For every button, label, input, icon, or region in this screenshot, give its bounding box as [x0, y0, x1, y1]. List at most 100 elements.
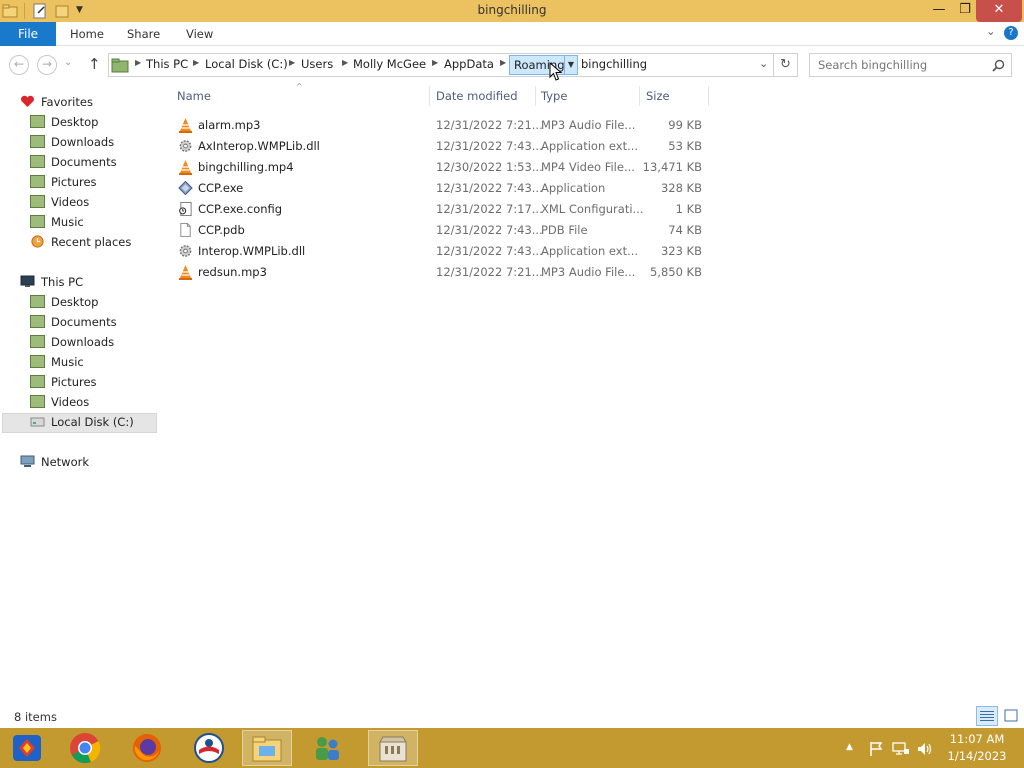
file-date: 12/31/2022 7:21...: [436, 118, 543, 132]
clock-date[interactable]: 1/14/2023: [942, 749, 1012, 763]
column-date-modified[interactable]: Date modified: [436, 89, 518, 103]
minimize-button[interactable]: —: [928, 0, 950, 22]
large-icons-view-icon: [1004, 709, 1018, 722]
breadcrumb-users[interactable]: Users: [301, 57, 333, 71]
breadcrumb-separator-icon[interactable]: ▶: [289, 58, 295, 67]
taskbar-app-generic[interactable]: [2, 730, 52, 766]
up-button[interactable]: ↑: [88, 55, 101, 73]
column-divider[interactable]: [708, 86, 709, 106]
downloads-icon: [30, 335, 45, 348]
recent-locations-dropdown[interactable]: ⌄: [64, 57, 72, 68]
address-history-dropdown-icon[interactable]: ⌄: [759, 57, 768, 70]
file-date: 12/31/2022 7:43...: [436, 244, 543, 258]
taskbar-app-file-explorer[interactable]: [242, 730, 292, 766]
breadcrumb-separator-icon[interactable]: ▶: [135, 58, 141, 67]
file-name: Interop.WMPLib.dll: [198, 244, 306, 258]
file-name: redsun.mp3: [198, 265, 267, 279]
large-icons-view-button[interactable]: [1000, 706, 1022, 726]
breadcrumb-bingchilling[interactable]: bingchilling: [581, 57, 647, 71]
expand-ribbon-icon[interactable]: ⌄: [986, 24, 996, 38]
tab-view[interactable]: View: [186, 27, 213, 41]
taskbar-app-chrome[interactable]: [60, 730, 110, 766]
sidebar-item-label: Videos: [51, 195, 90, 209]
column-size[interactable]: Size: [646, 89, 670, 103]
column-divider[interactable]: [429, 86, 430, 106]
file-row[interactable]: redsun.mp3 12/31/2022 7:21... MP3 Audio …: [170, 261, 710, 282]
taskbar-app-store[interactable]: [368, 730, 418, 766]
file-row[interactable]: CCP.exe.config 12/31/2022 7:17... XML Co…: [170, 198, 710, 219]
file-row[interactable]: CCP.exe 12/31/2022 7:43... Application 3…: [170, 177, 710, 198]
desktop-icon: [30, 115, 45, 128]
search-input[interactable]: [818, 55, 988, 75]
search-icon[interactable]: [992, 59, 1005, 72]
file-row[interactable]: alarm.mp3 12/31/2022 7:21... MP3 Audio F…: [170, 114, 710, 135]
refresh-button[interactable]: ↻: [774, 53, 798, 77]
breadcrumb-separator-icon[interactable]: ▶: [193, 58, 199, 67]
column-name[interactable]: Name: [177, 89, 211, 103]
file-type: MP3 Audio File...: [541, 118, 636, 132]
heart-icon: [21, 95, 34, 107]
tab-share[interactable]: Share: [127, 27, 160, 41]
forward-button[interactable]: →: [37, 55, 57, 75]
taskbar-app-firefox[interactable]: [122, 730, 172, 766]
window-title: bingchilling: [477, 3, 547, 17]
column-divider[interactable]: [639, 86, 640, 106]
breadcrumb-separator-icon[interactable]: ▶: [500, 58, 506, 67]
network-icon: [20, 455, 35, 467]
file-size: 323 KB: [660, 244, 702, 258]
tab-home[interactable]: Home: [70, 27, 104, 41]
help-icon[interactable]: ?: [1004, 26, 1018, 40]
file-type: MP3 Audio File...: [541, 265, 636, 279]
file-name: alarm.mp3: [198, 118, 261, 132]
column-type[interactable]: Type: [541, 89, 567, 103]
file-date: 12/31/2022 7:17...: [436, 202, 543, 216]
clock-time[interactable]: 11:07 AM: [942, 732, 1012, 746]
details-view-icon: [980, 711, 994, 721]
file-name: AxInterop.WMPLib.dll: [198, 139, 320, 153]
file-name: CCP.exe: [198, 181, 244, 195]
volume-icon[interactable]: [916, 741, 934, 757]
file-date: 12/31/2022 7:43...: [436, 181, 543, 195]
file-name: bingchilling.mp4: [198, 160, 294, 174]
back-button[interactable]: ←: [9, 55, 29, 75]
details-view-button[interactable]: [976, 706, 998, 726]
file-date: 12/31/2022 7:43...: [436, 139, 543, 153]
navigation-pane: Favorites Desktop Downloads Documents Pi…: [0, 88, 158, 706]
breadcrumb-appdata[interactable]: AppData: [444, 57, 494, 71]
file-row[interactable]: Interop.WMPLib.dll 12/31/2022 7:43... Ap…: [170, 240, 710, 261]
column-divider[interactable]: [535, 86, 536, 106]
navigation-bar: ← → ⌄ ↑ ▶ This PC ▶ Local Disk (C:) ▶ Us…: [0, 47, 1024, 85]
file-type: XML Configurati...: [541, 202, 644, 216]
breadcrumb-roaming-dropdown-icon[interactable]: ▼: [565, 55, 578, 75]
address-bar[interactable]: ▶ This PC ▶ Local Disk (C:) ▶ Users ▶ Mo…: [108, 53, 774, 81]
file-row[interactable]: bingchilling.mp4 12/30/2022 1:53... MP4 …: [170, 156, 710, 177]
breadcrumb-this-pc[interactable]: This PC: [146, 57, 188, 71]
flag-icon[interactable]: [868, 741, 884, 757]
breadcrumb-molly-mcgee[interactable]: Molly McGee: [353, 57, 426, 71]
mouse-cursor-icon: [549, 62, 563, 81]
music-icon: [30, 215, 45, 228]
sidebar-item-label: Desktop: [51, 115, 99, 129]
taskbar-app-campaign[interactable]: [184, 730, 234, 766]
maximize-button[interactable]: ❐: [954, 0, 976, 22]
sidebar-item-label: Pictures: [51, 175, 97, 189]
file-row[interactable]: CCP.pdb 12/31/2022 7:43... PDB File 74 K…: [170, 219, 710, 240]
file-row[interactable]: AxInterop.WMPLib.dll 12/31/2022 7:43... …: [170, 135, 710, 156]
breadcrumb-separator-icon[interactable]: ▶: [432, 58, 438, 67]
network-status-icon[interactable]: [892, 741, 910, 757]
taskbar-app-people[interactable]: [302, 730, 352, 766]
file-size: 5,850 KB: [649, 265, 702, 279]
tab-file[interactable]: File: [0, 22, 56, 46]
file-size: 74 KB: [668, 223, 702, 237]
breadcrumb-local-disk[interactable]: Local Disk (C:): [205, 57, 288, 71]
pictures-icon: [30, 175, 45, 188]
documents-icon: [30, 155, 45, 168]
breadcrumb-separator-icon[interactable]: ▶: [342, 58, 348, 67]
file-name: CCP.pdb: [198, 223, 245, 237]
search-box[interactable]: [809, 53, 1012, 77]
status-bar: 8 items: [0, 706, 1024, 728]
close-button[interactable]: ✕: [976, 0, 1022, 22]
file-type: PDB File: [541, 223, 588, 237]
drive-icon: [30, 417, 45, 427]
tray-show-hidden-icon[interactable]: ▲: [846, 742, 853, 752]
